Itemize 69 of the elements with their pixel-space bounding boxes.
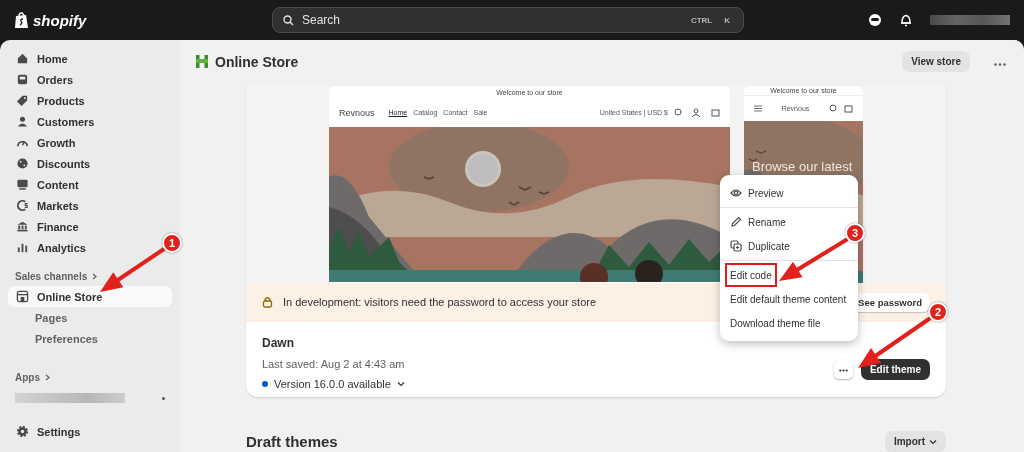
sidebar-item[interactable]: Customers bbox=[8, 111, 103, 132]
sidebar-item[interactable]: Growth bbox=[8, 132, 84, 153]
sidebar-icon bbox=[16, 157, 29, 170]
chevron-down-icon bbox=[396, 380, 405, 387]
sidebar-icon bbox=[16, 115, 29, 128]
lock-icon bbox=[262, 296, 273, 309]
section-heading: Apps bbox=[15, 371, 40, 383]
search-field[interactable]: Search CTRL K bbox=[272, 7, 744, 33]
sidebar-icon bbox=[16, 241, 29, 254]
import-button[interactable]: Import bbox=[884, 431, 946, 452]
notification-bell-icon[interactable] bbox=[900, 13, 912, 27]
section-heading: Draft themes bbox=[246, 433, 338, 450]
brand-logo-text: shopify bbox=[33, 11, 87, 29]
storefront-icon bbox=[16, 290, 29, 303]
keyboard-key: K bbox=[721, 14, 733, 26]
version-text[interactable]: Version 16.0.0 available bbox=[274, 377, 391, 390]
menu-item[interactable]: Rename bbox=[725, 210, 791, 234]
pencil-icon bbox=[730, 216, 742, 228]
chevron-right-icon bbox=[44, 373, 51, 381]
last-saved-text: Last saved: Aug 2 at 4:43 am bbox=[262, 357, 405, 370]
sidebar-icon bbox=[16, 52, 29, 65]
store-brand-text: Revnous bbox=[339, 107, 375, 118]
sidebar-item[interactable]: Home bbox=[8, 48, 76, 69]
edit-theme-button[interactable]: Edit theme bbox=[860, 358, 930, 380]
store-icons-drawing bbox=[674, 108, 720, 118]
sidebar-icon bbox=[16, 178, 29, 191]
sidebar-item[interactable]: Discounts bbox=[8, 153, 99, 174]
sidebar-item[interactable]: Orders bbox=[8, 69, 82, 90]
sidebar-icon bbox=[16, 73, 29, 86]
sidebar-icon bbox=[16, 199, 29, 212]
sidebar-icon bbox=[16, 94, 29, 107]
sidebar-item[interactable]: Markets bbox=[8, 195, 87, 216]
ellipsis-icon bbox=[838, 369, 848, 373]
menu-item[interactable]: Edit code bbox=[725, 263, 777, 287]
view-store-button[interactable]: View store bbox=[902, 51, 970, 73]
page-title: Online Store bbox=[215, 53, 299, 70]
banner-text: In development: visitors need the password to access your store bbox=[283, 296, 597, 309]
theme-name: Dawn bbox=[262, 335, 295, 350]
store-icon bbox=[195, 54, 209, 70]
shopping-bag-icon bbox=[14, 11, 29, 29]
chevron-down-icon bbox=[929, 438, 937, 445]
settings-icon bbox=[16, 425, 29, 438]
status-dot bbox=[262, 380, 268, 387]
sidebar-item[interactable]: Finance bbox=[8, 216, 87, 237]
sidebar-item[interactable]: Online Store bbox=[8, 286, 172, 307]
store-icons-drawing bbox=[829, 103, 853, 113]
sidebar-item[interactable]: Analytics bbox=[8, 237, 94, 258]
chevron-right-icon bbox=[91, 272, 99, 280]
menu-item[interactable]: Download theme file bbox=[725, 311, 826, 335]
menu-icon bbox=[754, 104, 762, 112]
status-dot bbox=[162, 396, 165, 400]
menu-item[interactable]: Duplicate bbox=[725, 234, 795, 258]
search-icon bbox=[283, 14, 294, 26]
sidebar-subitem[interactable]: Pages bbox=[8, 307, 172, 328]
sidebar-subitem[interactable]: Preferences bbox=[8, 328, 172, 349]
pointer-arrow bbox=[100, 247, 166, 292]
menu-item[interactable]: Edit default theme content bbox=[725, 287, 852, 311]
sidebar-item[interactable]: Products bbox=[8, 90, 93, 111]
keyboard-key: CTRL bbox=[687, 14, 716, 26]
section-heading: Sales channels bbox=[15, 270, 88, 282]
eye-icon bbox=[730, 187, 742, 199]
duplicate-icon bbox=[730, 240, 742, 252]
ellipsis-icon bbox=[994, 62, 1006, 66]
menu-item[interactable]: Preview bbox=[725, 181, 789, 205]
sidebar-item[interactable]: Content bbox=[8, 174, 87, 195]
search-input[interactable]: Search bbox=[300, 12, 682, 28]
sidebar-icon bbox=[16, 220, 29, 233]
settings-item[interactable]: Settings bbox=[8, 421, 89, 442]
hero-heading: Browse our latest bbox=[752, 158, 853, 174]
